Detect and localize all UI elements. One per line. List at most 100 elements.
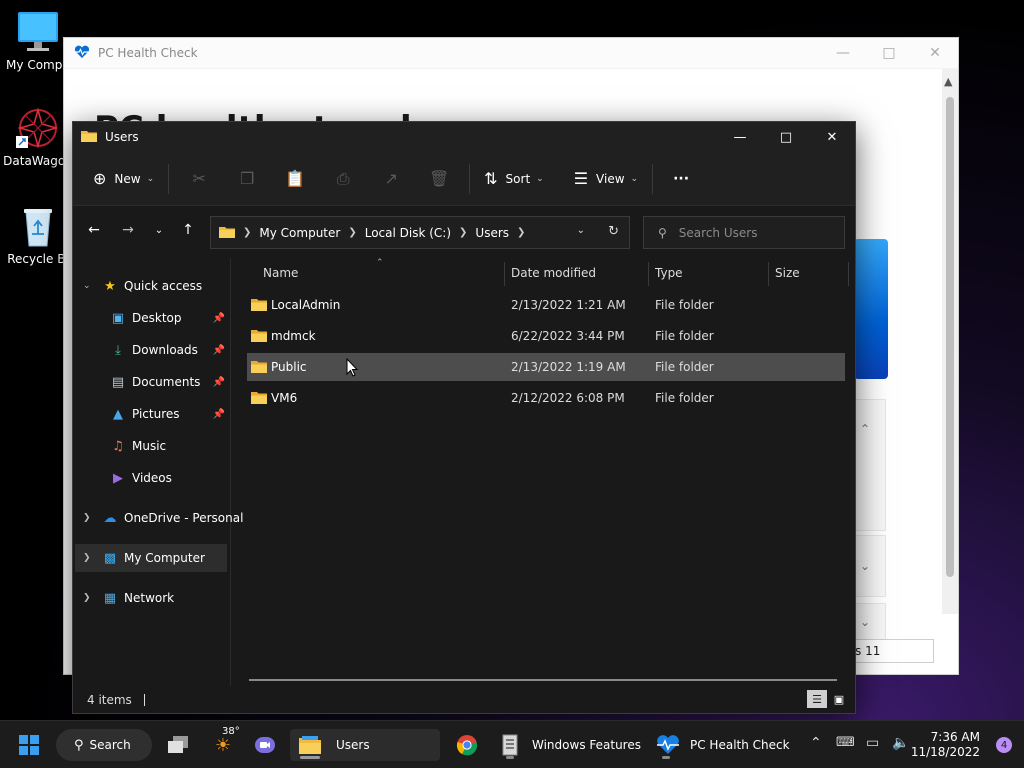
nav-item-my-computer[interactable]: ❯ ▩ My Computer (75, 544, 227, 572)
file-row-localadmin[interactable]: LocalAdmin 2/13/2022 1:21 AM File folder (247, 291, 845, 319)
delete-icon[interactable]: 🗑 (415, 169, 463, 188)
task-view-button[interactable] (164, 729, 192, 761)
address-bar[interactable]: ❯ My Computer ❯ Local Disk (C:) ❯ Users … (210, 216, 630, 249)
folder-icon (81, 129, 97, 145)
speaker-icon[interactable]: 🔈 (892, 735, 909, 751)
share-icon[interactable]: ↗ (367, 169, 415, 188)
running-indicator (506, 756, 514, 759)
sort-button[interactable]: ⇅ Sort ⌄ (476, 163, 552, 195)
start-button[interactable] (12, 729, 46, 761)
column-header-name[interactable]: Name (263, 258, 298, 288)
taskbar-app-chrome[interactable] (452, 729, 482, 761)
chevron-up-icon[interactable]: ⌃ (810, 735, 822, 751)
explorer-window-title: Users (105, 130, 139, 144)
refresh-icon[interactable]: ↻ (608, 224, 619, 239)
chevron-down-icon: ⌄ (859, 559, 871, 573)
keyboard-icon[interactable]: ⌨ (836, 735, 855, 750)
nav-item-pictures[interactable]: ▲ Pictures 📌 (75, 400, 227, 428)
breadcrumb-my-computer[interactable]: My Computer (259, 226, 340, 240)
nav-item-downloads[interactable]: ⤓ Downloads 📌 (75, 336, 227, 364)
large-icons-view-icon[interactable]: ▣ (829, 690, 849, 708)
more-options-button[interactable]: ··· (659, 163, 697, 195)
column-divider[interactable] (848, 262, 849, 286)
back-arrow-icon[interactable]: ← (84, 222, 104, 238)
file-explorer-window[interactable]: Users — □ ✕ ⊕ New ⌄ ✂ ❐ 📋 ⎙ ↗ 🗑 ⇅ Sort ⌄… (72, 121, 856, 714)
view-button[interactable]: ☰ View ⌄ (566, 163, 646, 195)
health-maximize-button[interactable]: □ (866, 38, 912, 68)
chevron-right-icon[interactable]: ❯ (348, 227, 356, 238)
folder-icon (219, 225, 235, 241)
nav-item-music[interactable]: ♫ Music (75, 432, 227, 460)
column-divider[interactable] (504, 262, 505, 286)
nav-item-documents[interactable]: ▤ Documents 📌 (75, 368, 227, 396)
health-close-button[interactable]: ✕ (912, 38, 958, 68)
network-monitor-icon[interactable]: ▭ (866, 735, 879, 751)
taskbar-app-pc-health-check[interactable]: PC Health Check (650, 729, 790, 761)
column-header-type[interactable]: Type (655, 258, 683, 288)
recent-locations-chevron-icon[interactable]: ⌄ (149, 225, 169, 236)
explorer-close-button[interactable]: ✕ (809, 122, 855, 152)
explorer-minimize-button[interactable]: — (717, 122, 763, 152)
taskbar-app-windows-features[interactable]: Windows Features (494, 729, 644, 761)
file-date: 6/22/2022 3:44 PM (511, 329, 625, 343)
column-divider[interactable] (768, 262, 769, 286)
column-header-date-modified[interactable]: Date modified (511, 258, 596, 288)
chevron-right-icon[interactable]: ❯ (83, 593, 91, 603)
file-name: mdmck (271, 329, 316, 343)
scroll-up-icon[interactable]: ▲ (944, 75, 952, 88)
taskbar-app-label: Users (336, 738, 370, 752)
chevron-down-icon[interactable]: ⌄ (83, 281, 91, 291)
windows-version-button[interactable]: s 11 (850, 639, 934, 663)
taskbar-clock[interactable]: 7:36 AM 11/18/2022 (911, 730, 980, 760)
health-scrollbar[interactable]: ▲ (942, 69, 958, 614)
taskbar: ⚲ Search ☀ 38° Users Windows Features PC… (0, 720, 1024, 768)
forward-arrow-icon[interactable]: → (118, 222, 138, 238)
chevron-down-icon: ⌄ (146, 173, 155, 184)
horizontal-scrollbar[interactable] (249, 679, 837, 681)
windows-version-label: s 11 (855, 644, 881, 658)
column-divider[interactable] (648, 262, 649, 286)
sort-arrows-icon: ⇅ (484, 169, 498, 188)
nav-item-onedrive[interactable]: ❯ ☁ OneDrive - Personal (75, 504, 243, 532)
search-input[interactable]: ⚲ Search Users (643, 216, 845, 249)
notification-badge[interactable]: 4 (996, 737, 1012, 753)
breadcrumb-users[interactable]: Users (475, 226, 509, 240)
new-button[interactable]: ⊕ New ⌄ (85, 163, 162, 195)
column-header-size[interactable]: Size (775, 258, 800, 288)
chevron-right-icon[interactable]: ❯ (83, 553, 91, 563)
toolbar-divider (652, 163, 654, 194)
scroll-thumb[interactable] (946, 97, 954, 577)
chevron-right-icon[interactable]: ❯ (243, 227, 251, 238)
explorer-maximize-button[interactable]: □ (763, 122, 809, 152)
taskbar-app-users[interactable]: Users (290, 729, 440, 761)
cut-icon[interactable]: ✂ (175, 169, 223, 188)
chevron-right-icon[interactable]: ❯ (517, 227, 525, 238)
breadcrumb-local-disk[interactable]: Local Disk (C:) (365, 226, 451, 240)
nav-item-desktop[interactable]: ▣ Desktop 📌 (75, 304, 227, 332)
paste-icon[interactable]: 📋 (271, 169, 319, 188)
nav-item-videos[interactable]: ▶ Videos (75, 464, 227, 492)
monitor-icon (16, 10, 60, 54)
health-minimize-button[interactable]: — (820, 38, 866, 68)
chevron-right-icon[interactable]: ❯ (83, 513, 91, 523)
up-arrow-icon[interactable]: ↑ (178, 222, 198, 238)
file-row-public[interactable]: Public 2/13/2022 1:19 AM File folder (247, 353, 845, 381)
nav-item-network[interactable]: ❯ ▦ Network (75, 584, 227, 612)
nav-item-quick-access[interactable]: ⌄ ★ Quick access (75, 272, 227, 300)
windows-logo-icon (19, 735, 39, 755)
nav-item-label: Videos (132, 471, 172, 485)
rename-icon[interactable]: ⎙ (319, 169, 367, 189)
copy-icon[interactable]: ❐ (223, 169, 271, 188)
file-row-mdmck[interactable]: mdmck 6/22/2022 3:44 PM File folder (247, 322, 845, 350)
details-view-icon[interactable]: ☰ (807, 690, 827, 708)
weather-widget[interactable]: ☀ 38° (206, 726, 240, 761)
navigation-pane: ⌄ ★ Quick access ▣ Desktop 📌 ⤓ Downloads… (73, 258, 243, 688)
address-dropdown-icon[interactable]: ⌄ (577, 225, 585, 236)
file-type: File folder (655, 298, 714, 312)
taskbar-search-button[interactable]: ⚲ Search (56, 729, 152, 761)
teams-chat-button[interactable] (252, 729, 278, 761)
cloud-icon: ☁ (103, 510, 117, 526)
chevron-right-icon[interactable]: ❯ (459, 227, 467, 238)
file-row-vm6[interactable]: VM6 2/12/2022 6:08 PM File folder (247, 384, 845, 412)
file-type: File folder (655, 360, 714, 374)
